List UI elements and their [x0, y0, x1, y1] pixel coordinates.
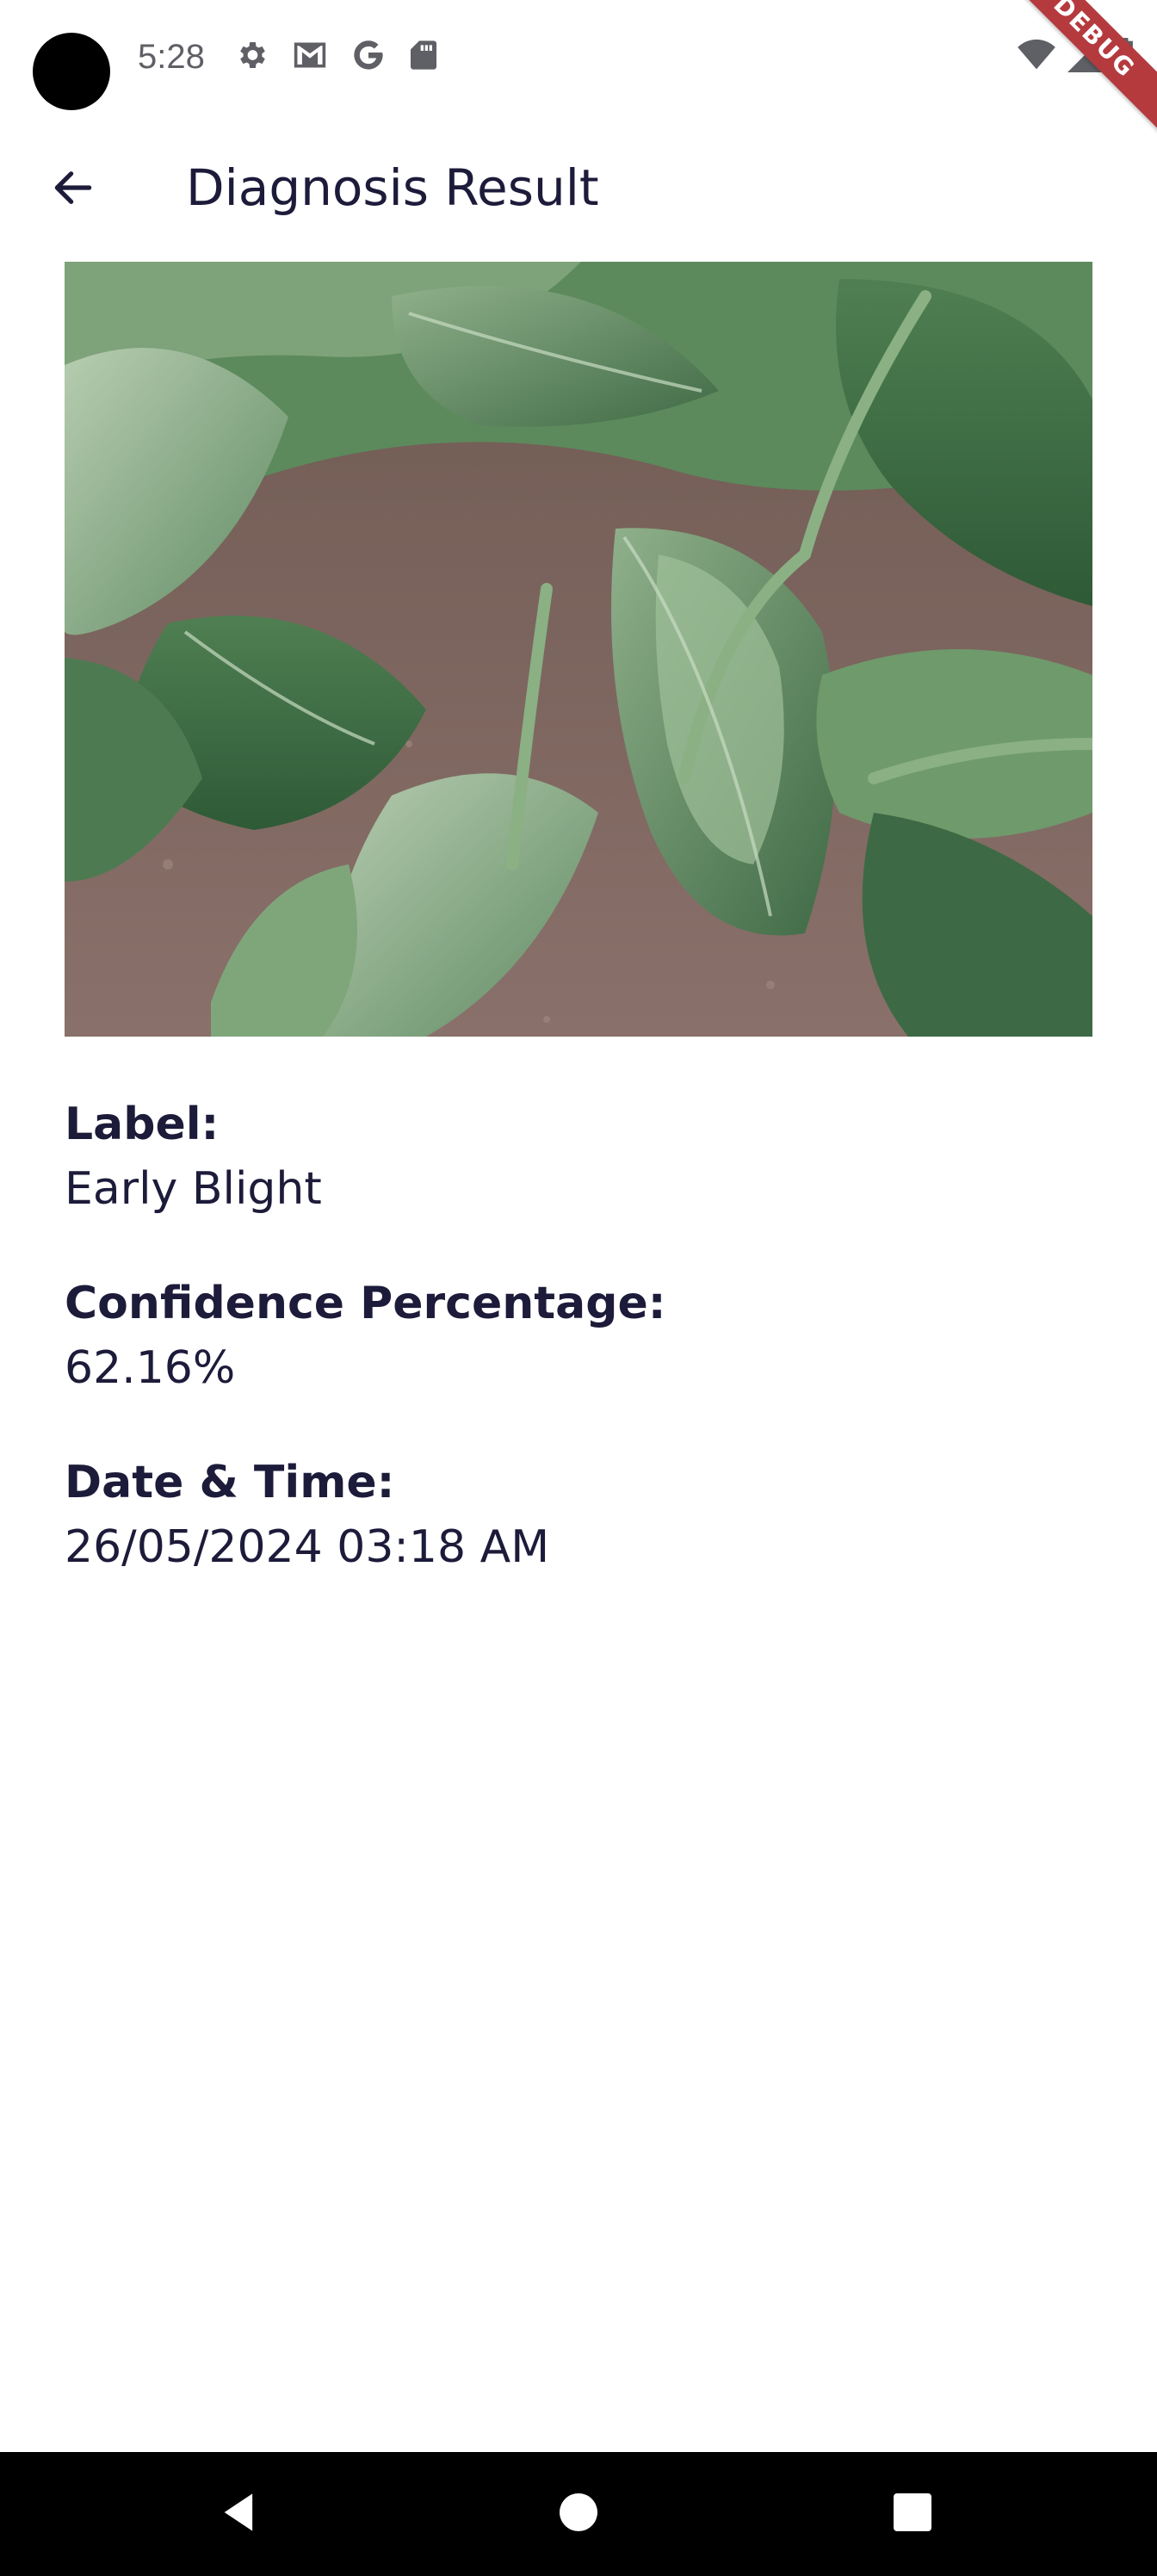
- label-section: Label: Early Blight: [65, 1093, 1092, 1223]
- system-nav-bar: [0, 2452, 1157, 2576]
- diagnosis-image: [65, 262, 1092, 1037]
- wifi-icon: [1018, 38, 1055, 76]
- confidence-section: Confidence Percentage: 62.16%: [65, 1273, 1092, 1402]
- diagnosis-details: Label: Early Blight Confidence Percentag…: [65, 1093, 1092, 1631]
- nav-back-button[interactable]: [213, 2488, 265, 2540]
- app-bar: Diagnosis Result: [0, 129, 1157, 250]
- datetime-heading: Date & Time:: [65, 1457, 395, 1508]
- gmail-icon: [291, 38, 329, 72]
- google-icon: [351, 38, 386, 72]
- sd-card-icon: [408, 38, 439, 72]
- nav-home-button[interactable]: [553, 2488, 604, 2540]
- back-button[interactable]: [34, 155, 112, 224]
- confidence-heading: Confidence Percentage:: [65, 1278, 666, 1329]
- label-heading: Label:: [65, 1099, 220, 1150]
- datetime-value: 26/05/2024 03:18 AM: [65, 1521, 550, 1573]
- datetime-section: Date & Time: 26/05/2024 03:18 AM: [65, 1452, 1092, 1581]
- status-bar: 5:28: [0, 0, 1157, 121]
- label-value: Early Blight: [65, 1163, 322, 1215]
- confidence-value: 62.16%: [65, 1342, 236, 1394]
- nav-back-icon: [217, 2490, 262, 2538]
- status-notification-icons: [234, 38, 439, 72]
- nav-recents-icon: [892, 2492, 933, 2536]
- nav-home-icon: [558, 2492, 599, 2536]
- nav-recents-button[interactable]: [887, 2488, 938, 2540]
- status-time: 5:28: [138, 38, 205, 76]
- page-title: Diagnosis Result: [186, 158, 599, 217]
- settings-icon: [234, 38, 269, 72]
- camera-cutout: [33, 33, 110, 110]
- arrow-back-icon: [49, 164, 97, 215]
